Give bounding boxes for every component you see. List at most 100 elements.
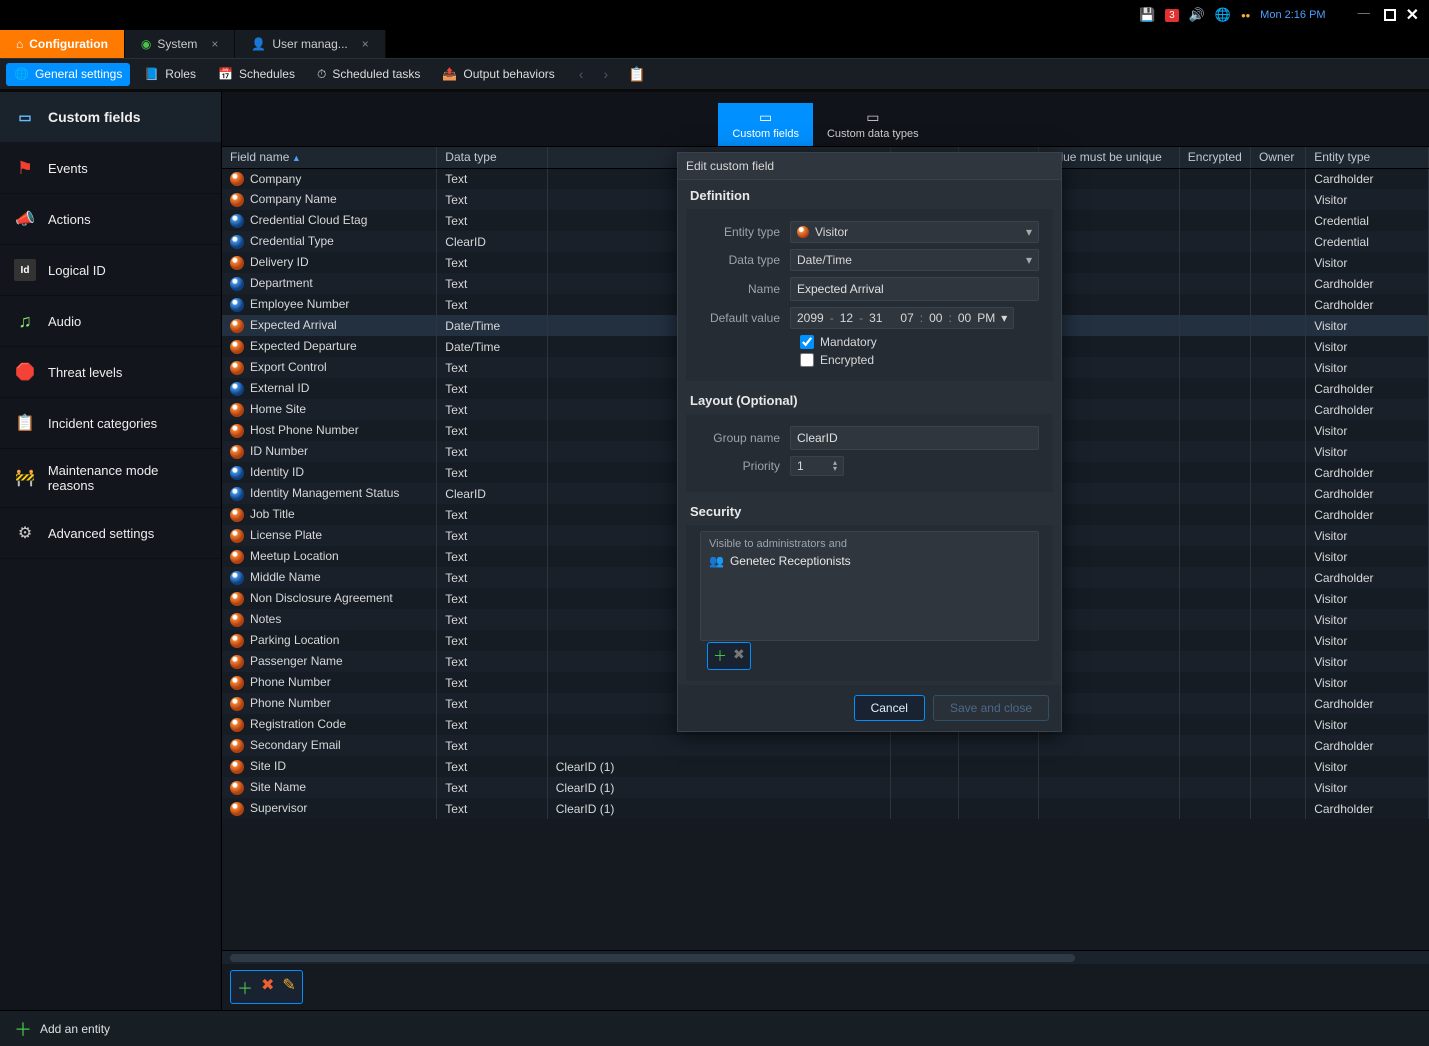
table-row[interactable]: Secondary EmailTextCardholder (222, 735, 1429, 756)
time-hour[interactable]: 07 (900, 311, 913, 325)
cell (1179, 483, 1250, 504)
sidebar-item-label: Incident categories (48, 416, 157, 431)
add-entity-icon[interactable]: ＋ (14, 1016, 32, 1042)
date-day[interactable]: 31 (869, 311, 882, 325)
tray-icon-globe[interactable]: 🌐 (1215, 7, 1231, 23)
tray-icon-dots[interactable]: •• (1241, 8, 1250, 23)
cell (1250, 756, 1305, 777)
sidebar-item-threat-levels[interactable]: 🛑Threat levels (0, 347, 221, 398)
cell (958, 798, 1038, 819)
encrypted-checkbox[interactable] (800, 353, 814, 367)
time-minute[interactable]: 00 (929, 311, 942, 325)
cell (1250, 525, 1305, 546)
cell: Host Phone Number (222, 420, 437, 441)
toolbar-schedules[interactable]: 📅Schedules (210, 63, 303, 86)
sidebar-item-audio[interactable]: ♫Audio (0, 296, 221, 347)
sidebar-item-logical-id[interactable]: IdLogical ID (0, 245, 221, 296)
sidebar-item-incident-categories[interactable]: 📋Incident categories (0, 398, 221, 449)
sidebar-item-advanced-settings[interactable]: ⚙Advanced settings (0, 508, 221, 559)
toolbar-icon: 📤 (442, 67, 457, 81)
cone-icon: 🚧 (14, 467, 36, 489)
sidebar-item-maintenance-mode-reasons[interactable]: 🚧Maintenance mode reasons (0, 449, 221, 508)
cell: Visitor (1306, 420, 1429, 441)
edit-custom-field-dialog: Edit custom field Definition Entity type… (677, 152, 1062, 732)
table-row[interactable]: Site NameTextClearID (1)Visitor (222, 777, 1429, 798)
time-second[interactable]: 00 (958, 311, 971, 325)
app-tab-configuration[interactable]: ⌂Configuration (0, 30, 125, 58)
tray-icon-volume[interactable]: 🔊 (1189, 7, 1205, 23)
security-role-item[interactable]: 👥 Genetec Receptionists (709, 554, 1030, 568)
system-icon: ◉ (141, 37, 151, 51)
cell: Notes (222, 609, 437, 630)
date-year[interactable]: 2099 (797, 311, 824, 325)
table-row[interactable]: Site IDTextClearID (1)Visitor (222, 756, 1429, 777)
window-close-button[interactable]: ✕ (1406, 5, 1419, 25)
mandatory-checkbox[interactable] (800, 335, 814, 349)
tray-icon-speaker[interactable]: 💾 (1139, 7, 1155, 23)
default-value-label: Default value (700, 311, 790, 325)
toolbar-prev-button[interactable]: ‹ (575, 66, 588, 82)
add-entity-label[interactable]: Add an entity (40, 1022, 110, 1036)
security-remove-button[interactable]: ✖ (733, 646, 745, 666)
cell (1179, 357, 1250, 378)
column-header[interactable]: Field name (222, 147, 437, 168)
cell: Visitor (1306, 546, 1429, 567)
sidebar-item-custom-fields[interactable]: ▭Custom fields (0, 92, 221, 143)
toolbar-scheduled-tasks[interactable]: ⏱Scheduled tasks (309, 63, 428, 86)
priority-stepper[interactable]: 1 ▴▾ (790, 456, 844, 476)
toolbar-general-settings[interactable]: 🌐General settings (6, 63, 130, 86)
save-and-close-button[interactable]: Save and close (933, 695, 1049, 721)
group-name-input[interactable] (790, 426, 1039, 450)
cell: Text (437, 420, 547, 441)
subtab-custom-data-types[interactable]: ▭Custom data types (813, 103, 933, 146)
toolbar-next-button[interactable]: › (599, 66, 612, 82)
entity-type-select[interactable]: Visitor ▾ (790, 221, 1039, 243)
date-month[interactable]: 12 (840, 311, 853, 325)
cancel-button[interactable]: Cancel (854, 695, 925, 721)
cell (1179, 588, 1250, 609)
tab-close-button[interactable]: × (211, 37, 218, 51)
delete-field-button[interactable]: ✖ (261, 975, 274, 999)
cell (1250, 798, 1305, 819)
toolbar-icon: ⏱ (317, 67, 326, 82)
cell: Text (437, 609, 547, 630)
cell (1179, 798, 1250, 819)
sidebar-item-events[interactable]: ⚑Events (0, 143, 221, 194)
column-header[interactable]: Encrypted (1179, 147, 1250, 168)
cell: Text (437, 735, 547, 756)
tab-close-button[interactable]: × (362, 37, 369, 51)
horizontal-scrollbar[interactable] (222, 950, 1429, 964)
window-maximize-button[interactable] (1384, 9, 1396, 21)
subtab-label: Custom fields (732, 128, 799, 140)
toolbar-roles[interactable]: 📘Roles (136, 63, 204, 86)
toolbar-overflow-button[interactable]: 📋 (624, 66, 649, 83)
time-ampm[interactable]: PM (977, 311, 995, 325)
app-tab-system[interactable]: ◉System× (125, 30, 236, 58)
default-value-datetime[interactable]: 2099- 12- 31 07: 00: 00 PM ▾ (790, 307, 1014, 329)
cell (1250, 315, 1305, 336)
column-header[interactable]: Owner (1250, 147, 1305, 168)
cell (1250, 420, 1305, 441)
security-add-button[interactable]: ＋ (713, 646, 727, 666)
cell (1250, 378, 1305, 399)
table-row[interactable]: SupervisorTextClearID (1)Cardholder (222, 798, 1429, 819)
add-field-button[interactable]: ＋ (237, 975, 253, 999)
chevron-down-icon: ▾ (1026, 225, 1032, 239)
data-type-select[interactable]: Date/Time ▾ (790, 249, 1039, 271)
name-input[interactable] (790, 277, 1039, 301)
toolbar-output-behaviors[interactable]: 📤Output behaviors (434, 63, 562, 86)
content-area: ▭Custom fields▭Custom data types Field n… (222, 92, 1429, 1046)
cell: Cardholder (1306, 378, 1429, 399)
window-minimize-button[interactable] (1358, 7, 1374, 23)
cell: Text (437, 357, 547, 378)
app-tab-user-manag-[interactable]: 👤User manag...× (235, 30, 385, 58)
chevron-down-icon[interactable]: ▾ (833, 466, 837, 472)
sidebar-item-actions[interactable]: 📣Actions (0, 194, 221, 245)
cell: Cardholder (1306, 567, 1429, 588)
tray-notification-badge[interactable]: 3 (1165, 9, 1179, 22)
column-header[interactable]: Entity type (1306, 147, 1429, 168)
edit-field-button[interactable]: ✎ (282, 975, 295, 999)
column-header[interactable]: Data type (437, 147, 547, 168)
mandatory-label: Mandatory (820, 335, 877, 349)
subtab-custom-fields[interactable]: ▭Custom fields (718, 103, 813, 146)
